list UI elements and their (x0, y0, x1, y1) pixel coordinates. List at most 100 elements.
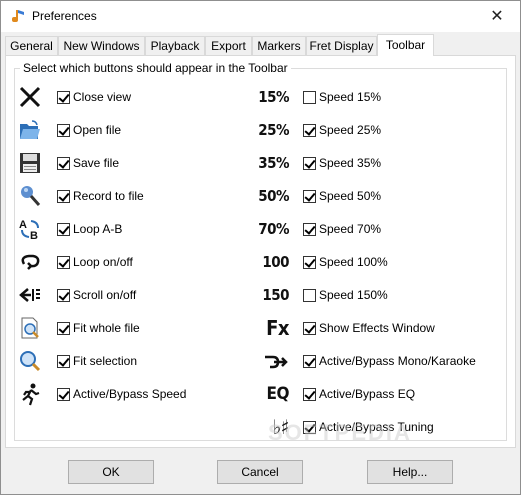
speed-25-icon: 25% (258, 121, 289, 139)
right-option-row: EQ Active/Bypass EQ (251, 382, 416, 406)
eq-icon: EQ (266, 384, 290, 404)
preferences-window: Preferences ✕ General New Windows Playba… (0, 0, 521, 495)
tab-toolbar[interactable]: Toolbar (377, 34, 434, 56)
tab-markers[interactable]: Markers (252, 36, 306, 55)
checkbox-show-effects-window[interactable] (303, 321, 316, 335)
right-option-row: 25% Speed 25% (251, 118, 381, 142)
checkbox-label: Speed 70% (319, 222, 382, 236)
speed-35-icon: 35% (258, 154, 289, 172)
checkbox-label: Active/Bypass Speed (73, 387, 187, 401)
ok-button[interactable]: OK (68, 460, 154, 484)
checkbox-record-to-file[interactable] (57, 189, 70, 203)
checkbox-label: Fit selection (73, 354, 138, 368)
checkbox-label: Speed 15% (319, 90, 382, 104)
checkbox-loop-on-off[interactable] (57, 255, 70, 269)
close-window-button[interactable]: ✕ (474, 1, 520, 32)
checkbox-label: Speed 150% (319, 288, 388, 302)
checkbox-speed-15[interactable] (303, 90, 316, 104)
left-option-row: Open file (17, 118, 121, 142)
right-option-row: Active/Bypass Mono/Karaoke (251, 349, 476, 373)
toolbar-tab-panel: Select which buttons should appear in th… (5, 55, 516, 448)
right-option-row: Fx Show Effects Window (251, 316, 435, 340)
loop-icon (17, 249, 43, 275)
checkbox-fit-whole-file[interactable] (57, 321, 70, 335)
speed-70-icon: 70% (258, 220, 289, 238)
tab-playback[interactable]: Playback (145, 36, 205, 55)
tab-fret-display[interactable]: Fret Display (306, 36, 377, 55)
speed-15-icon: 15% (258, 88, 289, 106)
right-option-row: 100 Speed 100% (251, 250, 388, 274)
checkbox-close-view[interactable] (57, 90, 70, 104)
checkbox-active-bypass-mono-karaoke[interactable] (303, 354, 316, 368)
speed-50-icon: 50% (258, 187, 289, 205)
svg-text:B: B (30, 230, 38, 241)
left-option-row: Loop on/off (17, 250, 133, 274)
left-option-row: Save file (17, 151, 119, 175)
svg-text:A: A (19, 219, 27, 231)
checkbox-label: Open file (73, 123, 122, 137)
right-option-row: 70% Speed 70% (251, 217, 381, 241)
music-note-icon (12, 10, 24, 22)
checkbox-speed-150[interactable] (303, 288, 316, 302)
right-option-row: 150 Speed 150% (251, 283, 388, 307)
checkbox-speed-70[interactable] (303, 222, 316, 236)
speed-150-icon: 150 (262, 286, 289, 304)
effects-fx-icon: Fx (266, 316, 289, 340)
checkbox-label: Close view (73, 90, 132, 104)
open-folder-icon (17, 117, 43, 143)
group-legend: Select which buttons should appear in th… (20, 61, 291, 75)
running-man-icon (17, 381, 43, 407)
checkbox-save-file[interactable] (57, 156, 70, 170)
checkbox-speed-35[interactable] (303, 156, 316, 170)
mono-karaoke-icon (251, 352, 289, 370)
checkbox-speed-100[interactable] (303, 255, 316, 269)
right-option-row: ♭♯ Active/Bypass Tuning (251, 415, 434, 439)
left-option-row: Scroll on/off (17, 283, 136, 307)
checkbox-label: Save file (73, 156, 120, 170)
scroll-icon (17, 282, 43, 308)
right-option-row: 15% Speed 15% (251, 85, 381, 109)
left-option-row: Active/Bypass Speed (17, 382, 186, 406)
left-option-row: Close view (17, 85, 131, 109)
tuning-flat-sharp-icon: ♭♯ (272, 415, 290, 439)
checkbox-label: Active/Bypass Tuning (319, 420, 434, 434)
checkbox-loop-ab[interactable] (57, 222, 70, 236)
checkbox-active-bypass-eq[interactable] (303, 387, 316, 401)
checkbox-label: Speed 35% (319, 156, 382, 170)
fit-selection-icon (17, 348, 43, 374)
fit-file-icon (17, 315, 43, 341)
checkbox-label: Speed 25% (319, 123, 382, 137)
tab-strip: General New Windows Playback Export Mark… (5, 34, 516, 56)
right-option-row: 50% Speed 50% (251, 184, 381, 208)
left-option-row: Record to file (17, 184, 144, 208)
checkbox-active-bypass-tuning[interactable] (303, 420, 316, 434)
left-option-row: Fit whole file (17, 316, 140, 340)
checkbox-label: Active/Bypass Mono/Karaoke (319, 354, 476, 368)
tab-export[interactable]: Export (205, 36, 252, 55)
checkbox-speed-50[interactable] (303, 189, 316, 203)
tab-general[interactable]: General (5, 36, 58, 55)
checkbox-label: Active/Bypass EQ (319, 387, 416, 401)
checkbox-fit-selection[interactable] (57, 354, 70, 368)
checkbox-label: Speed 100% (319, 255, 388, 269)
tab-new-windows[interactable]: New Windows (58, 36, 145, 55)
title-bar: Preferences ✕ (1, 1, 520, 32)
microphone-icon (17, 183, 43, 209)
left-option-row: AB Loop A-B (17, 217, 122, 241)
help-button[interactable]: Help... (367, 460, 453, 484)
loop-ab-icon: AB (17, 216, 43, 242)
checkbox-label: Show Effects Window (319, 321, 435, 335)
window-title: Preferences (32, 9, 97, 23)
close-view-icon (17, 84, 43, 110)
cancel-button[interactable]: Cancel (217, 460, 303, 484)
checkbox-open-file[interactable] (57, 123, 70, 137)
checkbox-label: Speed 50% (319, 189, 382, 203)
checkbox-label: Record to file (73, 189, 144, 203)
checkbox-scroll-on-off[interactable] (57, 288, 70, 302)
checkbox-label: Fit whole file (73, 321, 140, 335)
checkbox-speed-25[interactable] (303, 123, 316, 137)
speed-100-icon: 100 (262, 253, 289, 271)
checkbox-active-bypass-speed[interactable] (57, 387, 70, 401)
checkbox-label: Loop A-B (73, 222, 123, 236)
close-icon: ✕ (490, 8, 504, 25)
